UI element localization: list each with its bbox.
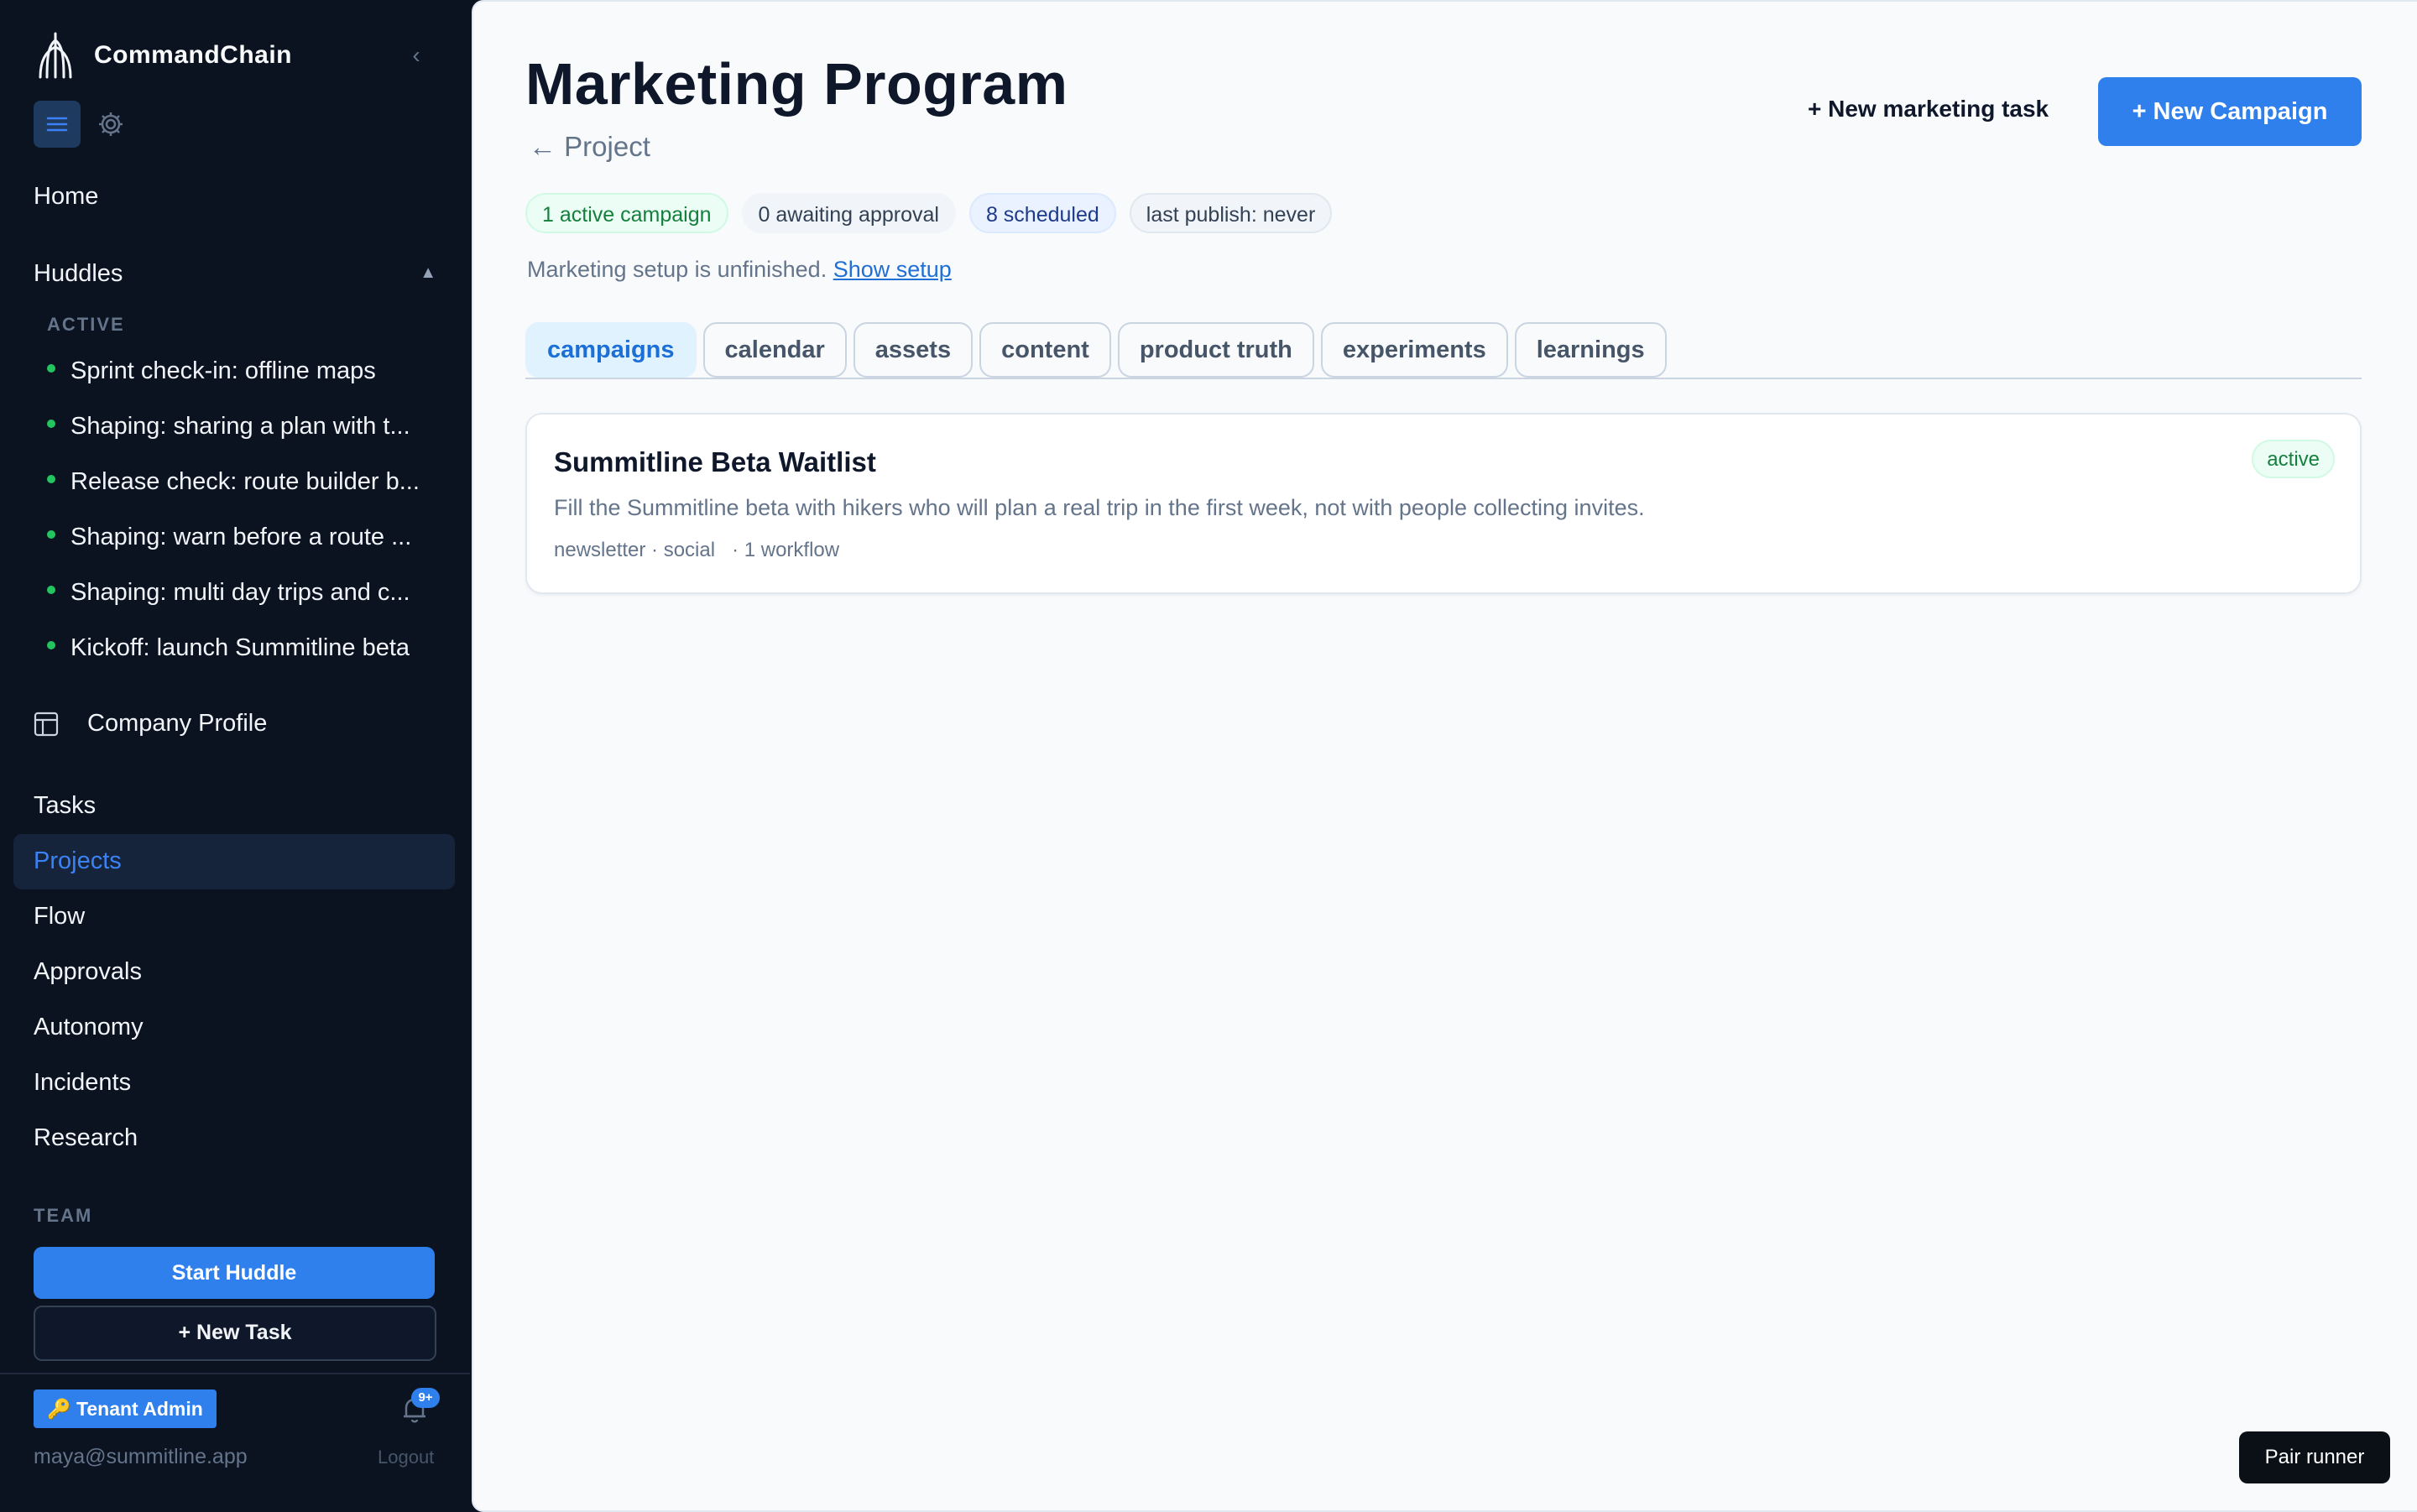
user-email: maya@summitline.app <box>34 1445 248 1468</box>
huddle-item[interactable]: Kickoff: launch Summitline beta <box>47 634 433 662</box>
tab-calendar[interactable]: calendar <box>702 322 847 378</box>
new-task-button[interactable]: + New Task <box>34 1306 436 1361</box>
huddle-item[interactable]: Release check: route builder b... <box>47 468 433 496</box>
huddle-item[interactable]: Sprint check-in: offline maps <box>47 357 433 385</box>
nav-company-profile[interactable]: Company Profile <box>34 710 267 738</box>
nav-approvals[interactable]: Approvals <box>34 958 142 986</box>
nav-tasks[interactable]: Tasks <box>34 792 96 820</box>
tab-bar: campaigns calendar assets content produc… <box>525 322 1673 378</box>
main-content: Marketing Program ← Project + New market… <box>472 0 2417 1512</box>
brand-name: CommandChain <box>94 41 293 69</box>
tab-assets[interactable]: assets <box>853 322 974 378</box>
collapse-sidebar-button[interactable]: ‹ <box>401 40 431 70</box>
huddle-item[interactable]: Shaping: warn before a route ... <box>47 524 433 551</box>
tab-campaigns[interactable]: campaigns <box>525 322 697 378</box>
status-dot <box>47 420 55 429</box>
tab-experiments[interactable]: experiments <box>1320 322 1508 378</box>
last-publish-chip: last publish: never <box>1129 193 1333 233</box>
tab-learnings[interactable]: learnings <box>1514 322 1667 378</box>
gear-icon <box>99 112 123 136</box>
awaiting-approval-chip: 0 awaiting approval <box>741 193 956 233</box>
divider <box>0 1373 470 1374</box>
menu-icon <box>46 117 68 132</box>
huddles-label: Huddles <box>34 260 123 287</box>
status-dot <box>47 586 55 595</box>
nav-flow[interactable]: Flow <box>34 903 85 931</box>
company-profile-label: Company Profile <box>87 710 268 737</box>
nav-home[interactable]: Home <box>34 183 98 211</box>
sidebar: CommandChain ‹ Home Huddles ▲ ACTIVE Spr… <box>0 0 470 1510</box>
team-label: TEAM <box>34 1205 93 1226</box>
huddle-item[interactable]: Shaping: sharing a plan with t... <box>47 413 433 441</box>
campaign-card[interactable]: Summitline Beta Waitlist active Fill the… <box>525 413 2362 594</box>
huddle-item[interactable]: Shaping: multi day trips and c... <box>47 579 433 607</box>
status-dot <box>47 475 55 484</box>
setup-note-text: Marketing setup is unfinished. <box>527 257 827 282</box>
nav-autonomy[interactable]: Autonomy <box>34 1014 144 1041</box>
status-badge: active <box>2252 440 2335 478</box>
summary-chips: 1 active campaign 0 awaiting approval 8 … <box>525 193 1345 233</box>
tabs-divider <box>525 378 2362 379</box>
active-huddles-label: ACTIVE <box>47 314 125 335</box>
campaign-title: Summitline Beta Waitlist <box>554 446 876 477</box>
huddle-label: Shaping: sharing a plan with t... <box>70 413 410 440</box>
settings-button[interactable] <box>87 101 134 148</box>
nav-projects[interactable]: Projects <box>34 847 122 875</box>
nav-incidents[interactable]: Incidents <box>34 1069 131 1097</box>
notification-count-badge: 9+ <box>411 1388 440 1408</box>
layout-icon <box>34 712 59 736</box>
show-setup-link[interactable]: Show setup <box>833 257 952 282</box>
status-dot <box>47 364 55 373</box>
tab-product-truth[interactable]: product truth <box>1117 322 1314 378</box>
huddle-label: Release check: route builder b... <box>70 468 420 495</box>
page-title: Marketing Program <box>525 51 1068 117</box>
tenant-admin-badge[interactable]: 🔑 Tenant Admin <box>34 1389 217 1428</box>
caret-up-icon: ▲ <box>420 263 436 282</box>
huddle-label: Kickoff: launch Summitline beta <box>70 634 410 661</box>
commandchain-logo-icon <box>39 32 72 79</box>
status-dot <box>47 530 55 540</box>
nav-research[interactable]: Research <box>34 1124 138 1152</box>
campaign-meta: newsletter · social · 1 workflow <box>554 539 840 561</box>
huddle-label: Shaping: warn before a route ... <box>70 524 412 550</box>
logout-link[interactable]: Logout <box>378 1447 434 1468</box>
huddle-label: Sprint check-in: offline maps <box>70 357 376 384</box>
campaign-description: Fill the Summitline beta with hikers who… <box>554 495 1645 520</box>
status-dot <box>47 641 55 650</box>
start-huddle-button[interactable]: Start Huddle <box>34 1247 435 1299</box>
huddle-label: Shaping: multi day trips and c... <box>70 579 410 606</box>
brand[interactable]: CommandChain <box>34 30 292 81</box>
huddles-section-toggle[interactable]: Huddles ▲ <box>34 260 436 288</box>
menu-view-button[interactable] <box>34 101 81 148</box>
tab-content[interactable]: content <box>979 322 1111 378</box>
new-campaign-button[interactable]: + New Campaign <box>2098 77 2362 146</box>
back-to-project-link[interactable]: ← Project <box>529 131 650 163</box>
active-campaign-chip: 1 active campaign <box>525 193 728 233</box>
new-marketing-task-button[interactable]: + New marketing task <box>1808 96 2049 123</box>
pair-runner-button[interactable]: Pair runner <box>2239 1431 2390 1483</box>
setup-note: Marketing setup is unfinished. Show setu… <box>527 257 952 283</box>
scheduled-chip: 8 scheduled <box>968 193 1116 233</box>
